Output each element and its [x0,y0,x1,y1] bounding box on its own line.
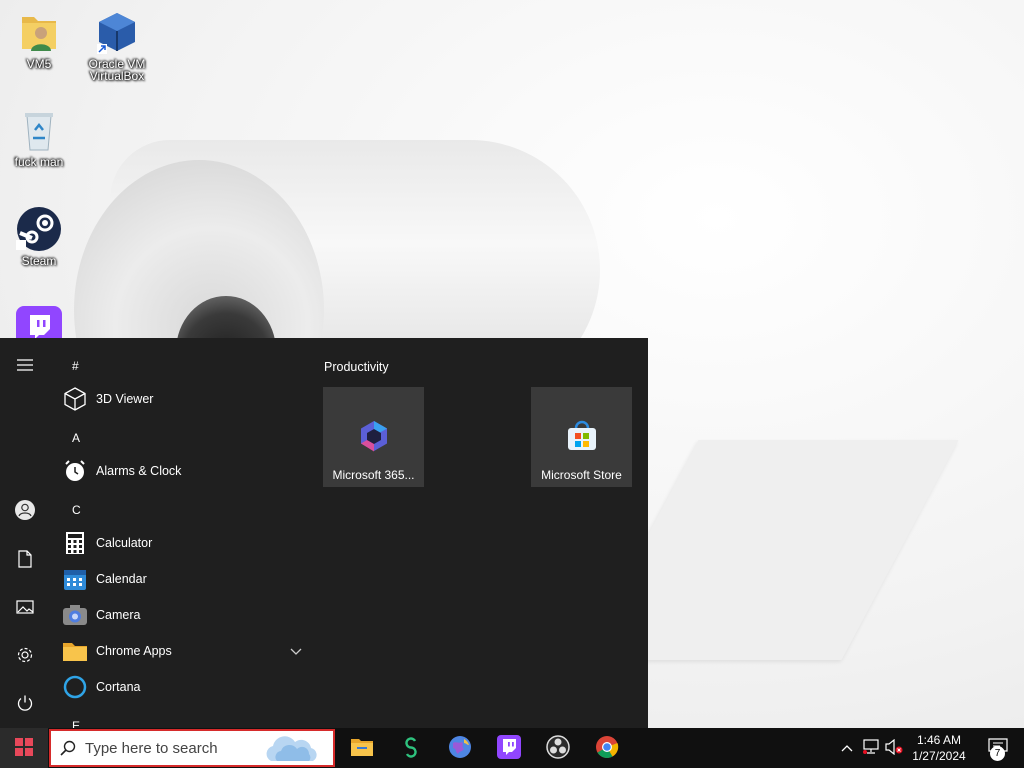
letter-header-a[interactable]: A [72,431,80,445]
desktop-icon-steam[interactable]: Steam [0,205,78,267]
app-list: # 3D Viewer A Alarms & Clock C Calculato… [50,338,310,728]
search-box[interactable] [49,729,335,767]
action-center-button[interactable]: 7 [978,728,1018,768]
microsoft-store-icon [565,419,599,453]
power-button[interactable] [0,682,50,726]
start-button[interactable] [0,728,48,768]
file-explorer-icon [350,737,374,760]
taskbar: 1:46 AM 1/27/2024 7 [0,728,1024,768]
documents-button[interactable] [0,538,50,582]
search-input[interactable] [85,739,255,757]
calendar-icon [62,566,88,592]
app-calculator[interactable]: Calculator [62,525,312,561]
show-hidden-icons-button[interactable] [837,738,857,758]
folder-user-icon [15,8,63,56]
camera-icon [62,602,88,628]
tile-microsoft-store[interactable]: Microsoft Store [531,387,632,487]
calculator-icon [62,530,88,556]
cloud-icon [263,735,321,766]
app-chrome-apps-folder[interactable]: Chrome Apps [62,633,312,669]
taskbar-twitch[interactable] [485,728,533,768]
app-name: Chrome Apps [96,644,172,658]
power-icon [16,694,34,715]
letter-header-e[interactable]: E [72,719,80,728]
taskbar-chrome[interactable] [583,728,631,768]
taskbar-app-s[interactable] [387,728,435,768]
letter-header-c[interactable]: C [72,503,81,517]
notification-badge: 7 [990,746,1005,761]
desktop-icon-recycle-bin[interactable]: fuck man [0,106,78,168]
globe-icon [448,735,472,762]
app-name: Calendar [96,572,147,586]
settings-button[interactable] [0,634,50,678]
app-s-icon [400,736,422,761]
cortana-icon [62,674,88,700]
app-3d-viewer[interactable]: 3D Viewer [62,381,312,417]
user-icon [14,499,36,524]
clock-time: 1:46 AM [916,733,962,747]
app-name: 3D Viewer [96,392,154,406]
obs-icon [546,734,570,762]
network-button[interactable] [861,738,881,758]
chevron-down-icon[interactable] [290,645,302,659]
folder-icon [62,638,88,664]
virtualbox-icon [93,8,141,56]
alarm-clock-icon [62,458,88,484]
clock-date: 1/27/2024 [912,749,966,763]
letter-header-hash[interactable]: # [72,359,79,373]
app-cortana[interactable]: Cortana [62,669,312,705]
chrome-icon [595,735,619,762]
twitch-icon [497,734,521,762]
network-icon [862,738,880,758]
taskbar-obs[interactable] [534,728,582,768]
tile-label: Microsoft 365... [332,468,415,482]
app-camera[interactable]: Camera [62,597,312,633]
volume-muted-icon [885,738,903,758]
desktop-icon-virtualbox[interactable]: Oracle VM VirtualBox [78,8,156,82]
recycle-bin-icon [15,106,63,154]
tile-label: Microsoft Store [541,468,622,482]
desktop-icon-vm5[interactable]: VM5 [0,8,78,70]
app-alarms-clock[interactable]: Alarms & Clock [62,453,312,489]
windows-logo-icon [15,737,33,759]
desktop-icon-label: Steam [21,254,57,268]
clock[interactable]: 1:46 AM 1/27/2024 [905,732,973,764]
desktop-icon-label: Oracle VM VirtualBox [88,57,146,83]
documents-icon [17,549,33,571]
app-name: Alarms & Clock [96,464,182,478]
app-name: Calculator [96,536,153,550]
cube-icon [62,386,88,412]
steam-icon [15,205,63,253]
app-name: Cortana [96,680,141,694]
hamburger-icon [16,358,34,375]
tile-group-title[interactable]: Productivity [324,360,389,374]
expand-button[interactable] [0,344,50,388]
chevron-up-icon [841,741,853,755]
pictures-button[interactable] [0,586,50,630]
volume-button[interactable] [884,738,904,758]
search-icon [51,731,85,765]
account-button[interactable] [0,489,50,533]
tiles-area: Productivity Microsoft 365... Microsoft … [310,338,648,728]
start-menu: # 3D Viewer A Alarms & Clock C Calculato… [0,338,648,728]
tile-microsoft-365[interactable]: Microsoft 365... [323,387,424,487]
pictures-icon [16,599,34,618]
desktop-icon-label: fuck man [14,155,64,169]
desktop-icon-label: VM5 [26,57,52,71]
app-calendar[interactable]: Calendar [62,561,312,597]
settings-icon [16,646,34,667]
taskbar-file-explorer[interactable] [338,728,386,768]
start-rail [0,338,50,728]
microsoft-365-icon [357,419,391,453]
app-name: Camera [96,608,141,622]
taskbar-globe-app[interactable] [436,728,484,768]
